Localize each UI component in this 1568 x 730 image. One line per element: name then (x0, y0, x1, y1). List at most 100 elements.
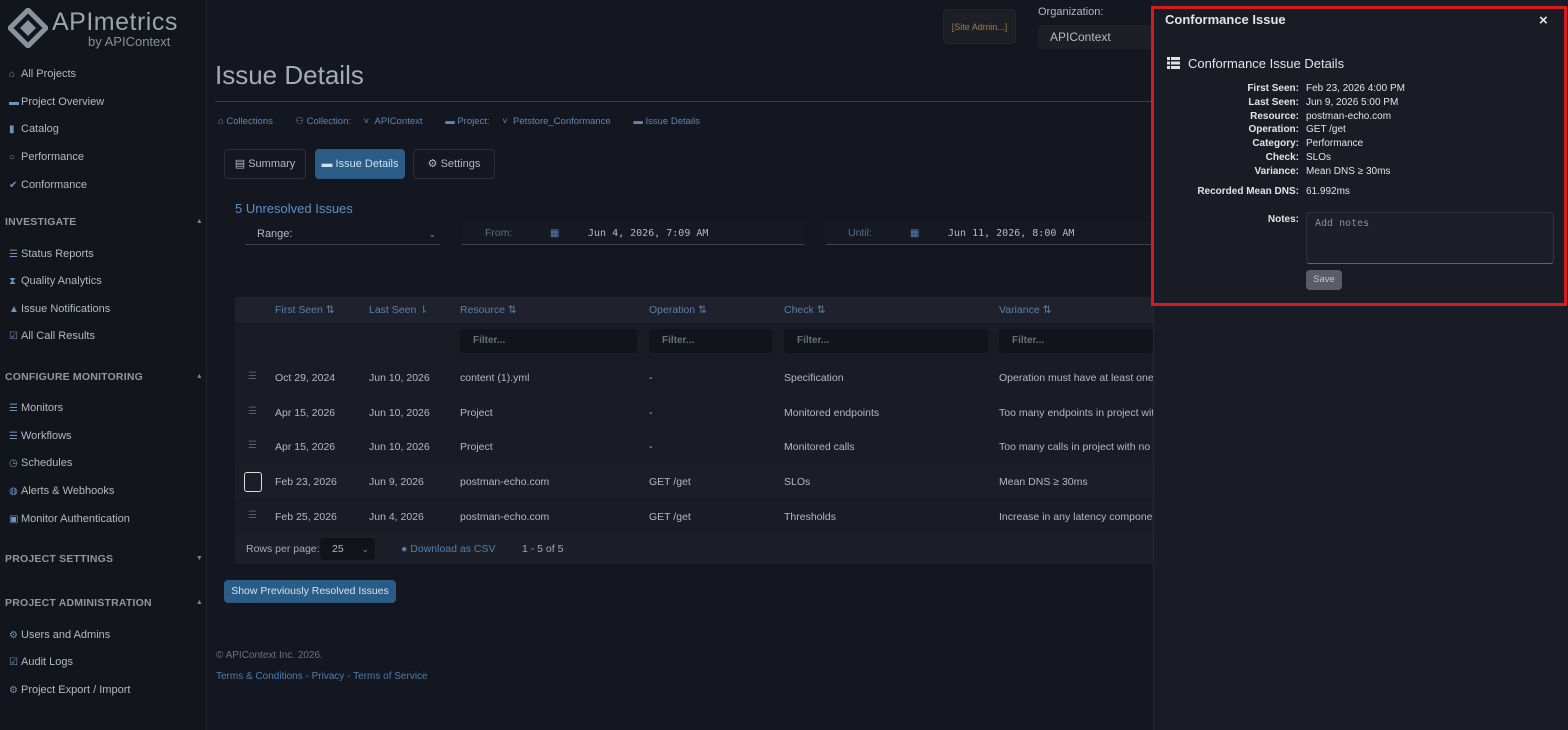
clock-icon: ◷ (9, 458, 18, 469)
save-button[interactable]: Save (1306, 270, 1342, 290)
globe-icon: ◍ (9, 486, 18, 497)
sidebar-item-workflows[interactable]: ☰ Workflows (9, 427, 72, 445)
column-header-first-seen[interactable]: First Seen ⇅ (275, 304, 335, 316)
lock-icon: ▣ (9, 514, 19, 525)
sidebar-item-catalog[interactable]: ▮ Catalog (9, 120, 59, 138)
drag-handle-icon[interactable]: ☰ (248, 510, 257, 521)
column-header-variance[interactable]: Variance ⇅ (999, 304, 1051, 316)
terms-link[interactable]: Terms & Conditions (216, 671, 303, 682)
check-filter-input[interactable]: Filter... (784, 329, 988, 353)
cell-operation: GET /get (649, 511, 691, 523)
section-project-administration[interactable]: PROJECT ADMINISTRATION ▲ (5, 594, 203, 612)
table-icon (1167, 57, 1180, 69)
cell-check: Specification (784, 372, 844, 384)
download-icon: ● (401, 543, 408, 555)
sidebar-item-performance[interactable]: ○ Performance (9, 148, 84, 166)
tab-issue-details[interactable]: ▬ Issue Details (315, 149, 405, 179)
sidebar-item-monitor-authentication[interactable]: ▣ Monitor Authentication (9, 510, 130, 528)
download-csv-link[interactable]: ● Download as CSV (401, 543, 495, 555)
cell-operation: - (649, 441, 653, 453)
sidebar-item-schedules[interactable]: ◷ Schedules (9, 454, 72, 472)
cell-check: Monitored calls (784, 441, 855, 453)
cell-resource: postman-echo.com (460, 476, 550, 488)
sidebar-item-project-export-import[interactable]: ⚙ Project Export / Import (9, 681, 130, 699)
notes-textarea[interactable]: Add notes (1306, 212, 1554, 264)
brand-logo[interactable]: APImetrics by APIContext (8, 6, 198, 52)
sidebar-item-conformance[interactable]: ✔ Conformance (9, 176, 87, 194)
column-header-resource[interactable]: Resource ⇅ (460, 304, 517, 316)
cell-variance: Increase in any latency componen (999, 511, 1153, 523)
section-project-settings[interactable]: PROJECT SETTINGS ▼ (5, 550, 203, 568)
sidebar-item-audit-logs[interactable]: ☑ Audit Logs (9, 653, 73, 671)
gear-icon: ⚙ (9, 630, 18, 641)
rows-per-page-select[interactable]: 25 ⌄ (320, 538, 375, 560)
sidebar-item-status-reports[interactable]: ☰ Status Reports (9, 245, 94, 263)
sidebar-item-quality-analytics[interactable]: ⧗ Quality Analytics (9, 272, 102, 290)
logo-mark-icon (8, 8, 48, 48)
field-label-recorded-mean-dns: Recorded Mean DNS: (1197, 186, 1299, 197)
from-label: From: (485, 227, 513, 239)
sidebar-item-project-overview[interactable]: ▬ Project Overview (9, 93, 104, 111)
brand-byline: by APIContext (88, 34, 171, 49)
cell-operation: - (649, 372, 653, 384)
sidebar-item-alerts-webhooks[interactable]: ◍ Alerts & Webhooks (9, 482, 114, 500)
breadcrumb-collections[interactable]: ⌂ Collections (218, 116, 283, 127)
column-header-last-seen[interactable]: Last Seen ⇂ (369, 304, 428, 316)
folder-icon: ▬ (9, 97, 19, 108)
breadcrumb: ⌂ Collections ⚇ Collection: ˅ APIContext… (218, 116, 720, 127)
sidebar-item-users-admins[interactable]: ⚙ Users and Admins (9, 626, 110, 644)
range-select[interactable]: Range: ⌄ (245, 224, 440, 245)
sidebar-item-all-call-results[interactable]: ☑ All Call Results (9, 327, 95, 345)
drag-handle-icon[interactable]: ☰ (248, 371, 257, 382)
section-configure-monitoring[interactable]: CONFIGURE MONITORING ▲ (5, 368, 203, 386)
notes-label: Notes: (1267, 214, 1299, 225)
drag-handle-icon[interactable]: ☰ (248, 440, 257, 451)
site-admin-button[interactable]: [Site Admin...] (943, 9, 1016, 44)
breadcrumb-collection[interactable]: ⚇ Collection: ˅ APIContext (296, 116, 433, 127)
row-select-handle[interactable] (244, 472, 262, 492)
terms-of-service-link[interactable]: Terms of Service (353, 671, 427, 682)
until-datetime-input[interactable]: Jun 11, 2026, 8:00 AM (948, 228, 1074, 239)
list-icon: ☰ (9, 431, 18, 442)
hourglass-icon: ⧗ (9, 276, 17, 287)
sidebar-item-monitors[interactable]: ☰ Monitors (9, 399, 63, 417)
sort-icon: ⇅ (325, 304, 335, 316)
copyright: © APIContext Inc. 2026. (216, 650, 323, 661)
cell-operation: - (649, 407, 653, 419)
tab-summary[interactable]: ▤ Summary (224, 149, 306, 179)
column-header-check[interactable]: Check ⇅ (784, 304, 826, 316)
section-investigate[interactable]: INVESTIGATE ▲ (5, 213, 203, 231)
privacy-link[interactable]: Privacy (312, 671, 345, 682)
breadcrumb-current[interactable]: ▬ Issue Details (633, 116, 710, 127)
resource-filter-input[interactable]: Filter... (460, 329, 637, 353)
caret-up-icon: ▲ (195, 599, 203, 606)
sidebar-item-issue-notifications[interactable]: ▲ Issue Notifications (9, 300, 110, 318)
show-resolved-button[interactable]: Show Previously Resolved Issues (224, 580, 396, 603)
cell-check: Monitored endpoints (784, 407, 880, 419)
from-datetime-input[interactable]: Jun 4, 2026, 7:09 AM (588, 228, 708, 239)
breadcrumb-project[interactable]: ▬ Project: ˅ Petstore_Conformance (445, 116, 621, 127)
caret-down-icon: ▼ (195, 555, 203, 562)
calendar-icon[interactable]: ▦ (550, 228, 559, 239)
cell-resource: Project (460, 441, 493, 453)
tab-settings[interactable]: ⚙ Settings (413, 149, 495, 179)
calendar-icon[interactable]: ▦ (910, 228, 919, 239)
cell-resource: Project (460, 407, 493, 419)
organization-select[interactable]: APIContext (1038, 25, 1168, 49)
sort-icon: ⇅ (816, 304, 826, 316)
pagination-info: 1 - 5 of 5 (522, 543, 564, 555)
operation-filter-input[interactable]: Filter... (649, 329, 772, 353)
column-header-operation[interactable]: Operation ⇅ (649, 304, 707, 316)
cell-variance: Too many endpoints in project with (999, 407, 1153, 419)
sidebar-item-all-projects[interactable]: ⌂ All Projects (9, 65, 76, 83)
cell-last-seen: Jun 4, 2026 (369, 511, 424, 523)
panel-title: Conformance Issue (1165, 12, 1286, 27)
close-icon[interactable]: × (1539, 12, 1548, 29)
chevron-down-icon: ⌄ (428, 229, 436, 239)
variance-filter-input[interactable]: Filter... (999, 329, 1153, 353)
field-label-check: Check: (1265, 152, 1299, 163)
gauge-icon: ○ (9, 152, 16, 163)
home-icon: ⌂ (9, 69, 16, 80)
until-label: Until: (848, 227, 872, 239)
drag-handle-icon[interactable]: ☰ (248, 406, 257, 417)
